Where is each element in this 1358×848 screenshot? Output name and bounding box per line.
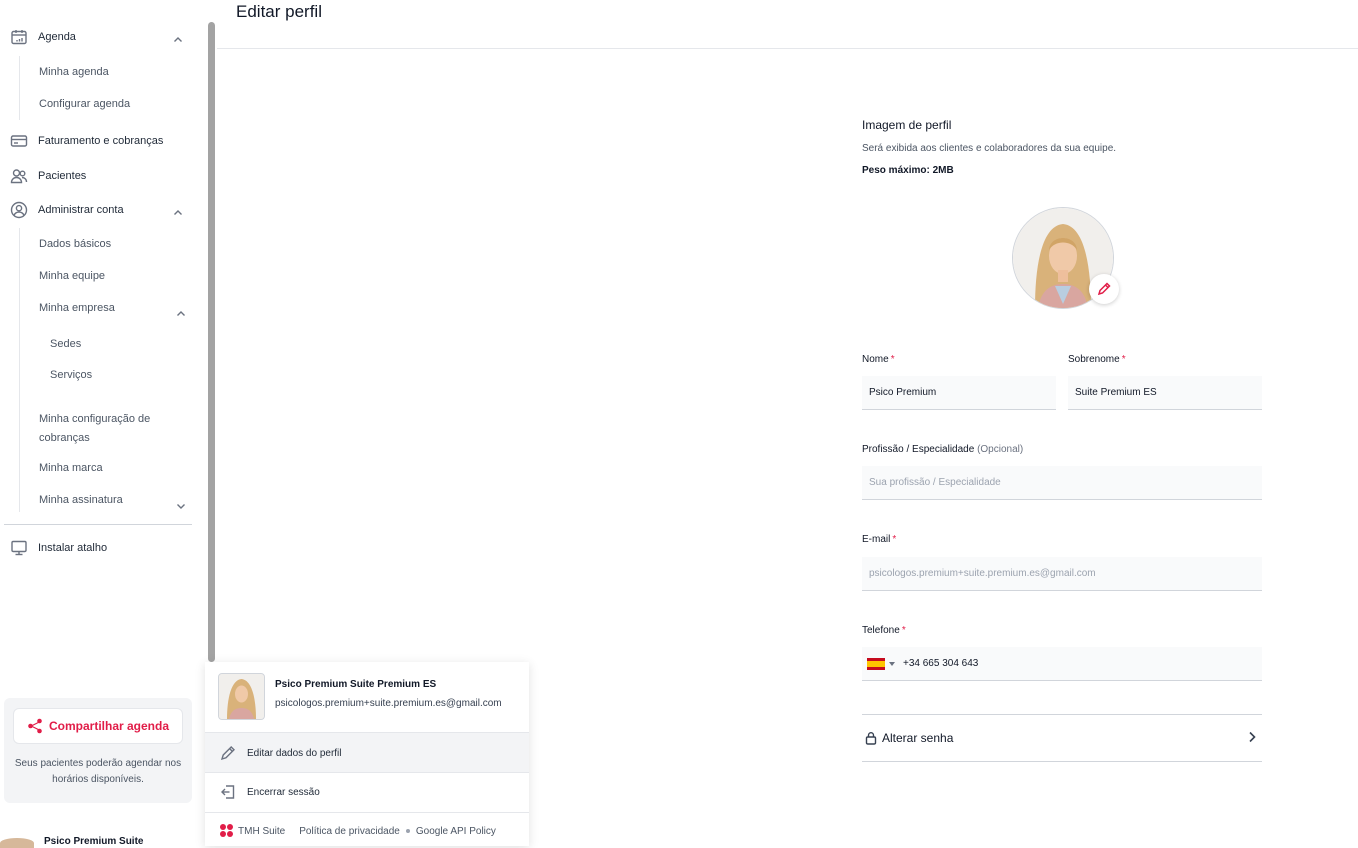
user-menu-name: Psico Premium Suite Premium ES	[275, 679, 437, 690]
tree-line	[19, 56, 20, 120]
sidebar-scrollbar-thumb[interactable]	[208, 22, 215, 662]
sidebar-user[interactable]: Psico Premium Suite	[0, 830, 205, 848]
sidebar-divider	[4, 524, 192, 525]
menu-divider	[205, 812, 529, 813]
sidebar-item-dados-basicos[interactable]: Dados básicos	[39, 238, 111, 250]
profile-image-title: Imagem de perfil	[862, 118, 952, 132]
user-menu-avatar	[218, 673, 265, 720]
sidebar-item-minha-assinatura[interactable]: Minha assinatura	[39, 494, 123, 506]
logout-menu-item[interactable]: Encerrar sessão	[205, 772, 529, 812]
share-agenda-label: Compartilhar agenda	[48, 719, 170, 733]
profile-image-description: Será exibida aos clientes e colaboradore…	[862, 143, 1117, 154]
sidebar-item-servicos[interactable]: Serviços	[50, 369, 92, 381]
phone-label: Telefone *	[862, 625, 906, 636]
change-password-label: Alterar senha	[882, 731, 954, 745]
caret-down-icon[interactable]	[889, 661, 895, 666]
google-api-policy-link[interactable]: Google API Policy	[416, 826, 496, 837]
phone-input[interactable]: +34 665 304 643	[862, 647, 1262, 681]
sidebar-item-label: Pacientes	[38, 170, 87, 182]
sidebar: Agenda Minha agenda Configurar agenda Fa…	[0, 0, 205, 848]
edit-profile-label: Editar dados do perfil	[247, 747, 342, 759]
main-header	[217, 0, 1358, 49]
page-title: Editar perfil	[236, 2, 322, 21]
separator-dot	[405, 829, 410, 833]
share-icon	[28, 718, 42, 734]
privacy-policy-link[interactable]: Política de privacidade	[299, 826, 400, 837]
pencil-icon	[219, 744, 237, 762]
sidebar-item-minha-marca[interactable]: Minha marca	[39, 462, 103, 474]
credit-card-icon	[10, 132, 28, 150]
surname-input[interactable]: Suite Premium ES	[1068, 376, 1262, 410]
sidebar-user-name: Psico Premium Suite	[44, 836, 144, 847]
logout-icon	[219, 783, 237, 801]
user-menu-footer: TMH Suite Política de privacidade Google…	[220, 824, 496, 838]
chevron-down-icon[interactable]	[176, 498, 186, 509]
sidebar-item-label: Faturamento e cobranças	[38, 135, 164, 147]
user-circle-icon	[10, 201, 28, 219]
sidebar-item-agenda[interactable]: Agenda	[10, 27, 76, 47]
pencil-icon	[1097, 282, 1111, 296]
phone-value: +34 665 304 643	[903, 658, 979, 669]
sidebar-item-pacientes[interactable]: Pacientes	[10, 166, 86, 186]
profile-image-max-size: Peso máximo: 2MB	[862, 165, 954, 176]
surname-label: Sobrenome *	[1068, 354, 1126, 365]
sidebar-item-minha-empresa[interactable]: Minha empresa	[39, 302, 115, 314]
sidebar-item-instalar-atalho[interactable]: Instalar atalho	[10, 538, 107, 558]
email-input[interactable]: psicologos.premium+suite.premium.es@gmai…	[862, 557, 1262, 591]
email-label: E-mail *	[862, 534, 897, 545]
edit-profile-menu-item[interactable]: Editar dados do perfil	[205, 733, 529, 773]
profession-label: Profissão / Especialidade (Opcional)	[862, 444, 1024, 455]
spain-flag-icon[interactable]	[867, 657, 885, 670]
chevron-up-icon[interactable]	[173, 205, 183, 215]
share-agenda-card: Compartilhar agenda Seus pacientes poder…	[4, 698, 192, 803]
sidebar-item-administrar-conta[interactable]: Administrar conta	[10, 200, 124, 220]
tmh-logo-icon	[220, 824, 234, 838]
sidebar-item-minha-equipe[interactable]: Minha equipe	[39, 270, 105, 282]
sidebar-item-label: Administrar conta	[38, 204, 124, 216]
chevron-right-icon	[1246, 731, 1258, 743]
monitor-icon	[10, 539, 28, 557]
sidebar-item-label: Agenda	[38, 31, 76, 43]
sidebar-item-sedes[interactable]: Sedes	[50, 338, 81, 350]
sidebar-item-faturamento[interactable]: Faturamento e cobranças	[10, 131, 163, 151]
sidebar-item-minha-agenda[interactable]: Minha agenda	[39, 66, 109, 78]
user-menu: Psico Premium Suite Premium ES psicologo…	[205, 662, 529, 846]
name-input[interactable]: Psico Premium	[862, 376, 1056, 410]
lock-icon	[864, 731, 878, 745]
calendar-icon	[10, 28, 28, 46]
user-menu-email: psicologos.premium+suite.premium.es@gmai…	[275, 698, 502, 709]
footer-brand: TMH Suite	[238, 825, 286, 837]
logout-label: Encerrar sessão	[247, 786, 320, 798]
change-password-row[interactable]: Alterar senha	[862, 714, 1262, 762]
sidebar-item-configurar-agenda[interactable]: Configurar agenda	[39, 98, 130, 110]
share-agenda-text: Seus pacientes poderão agendar nos horár…	[14, 758, 182, 785]
chevron-up-icon[interactable]	[176, 306, 186, 316]
sidebar-item-configuracao-cobrancas[interactable]: Minha configuração de cobranças	[39, 410, 169, 448]
name-label: Nome *	[862, 354, 895, 365]
chevron-up-icon[interactable]	[173, 32, 183, 42]
profession-input[interactable]: Sua profissão / Especialidade	[862, 466, 1262, 500]
tree-line	[19, 330, 20, 392]
avatar	[0, 838, 34, 848]
share-agenda-button[interactable]: Compartilhar agenda	[13, 708, 183, 744]
edit-avatar-button[interactable]	[1089, 274, 1119, 304]
users-icon	[10, 167, 28, 185]
sidebar-item-label: Instalar atalho	[38, 542, 108, 554]
